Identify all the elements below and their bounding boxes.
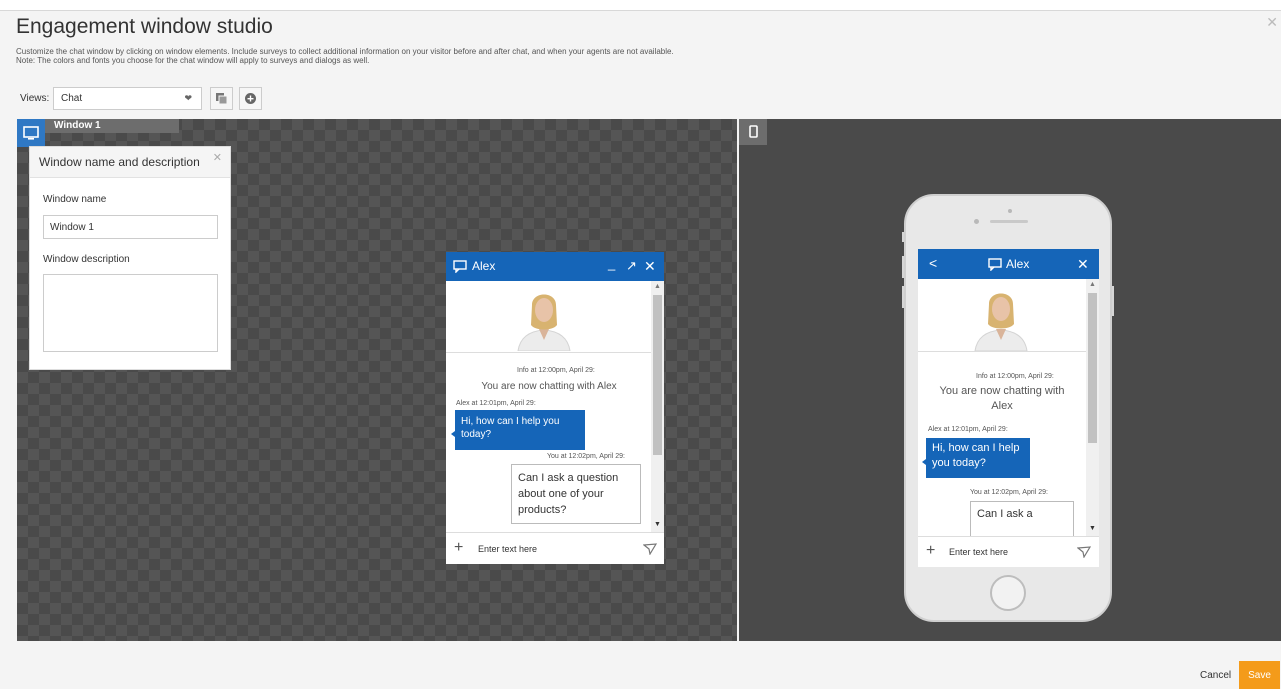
- phone-home-button: [990, 575, 1026, 611]
- scroll-down-icon[interactable]: ▼: [1089, 525, 1096, 532]
- system-message: You are now chatting with Alex: [939, 385, 1065, 412]
- agent-name: Alex: [1006, 257, 1030, 271]
- window-description-textarea[interactable]: [43, 274, 218, 352]
- window-name-label: Window name: [43, 194, 107, 205]
- scroll-thumb[interactable]: [1088, 293, 1097, 443]
- mobile-icon: [749, 125, 758, 138]
- agent-timestamp: Alex at 12:01pm, April 29:: [928, 426, 1008, 433]
- add-attachment-icon[interactable]: +: [454, 539, 463, 557]
- back-icon[interactable]: <: [929, 255, 937, 271]
- popout-icon[interactable]: ↗: [626, 258, 637, 274]
- phone-sensor: [974, 219, 979, 224]
- note-line: Note: The colors and fonts you choose fo…: [16, 56, 370, 65]
- info-timestamp: Info at 12:00pm, April 29:: [976, 373, 1054, 380]
- window-name-input[interactable]: Window 1: [43, 215, 218, 239]
- agent-name: Alex: [472, 259, 496, 273]
- close-icon[interactable]: ✕: [1077, 256, 1089, 273]
- mobile-chat-transcript: Info at 12:00pm, April 29: You are now c…: [918, 279, 1099, 536]
- window-properties-panel: Window name and description ✕ Window nam…: [29, 146, 231, 370]
- chevron-down-icon: ❤: [184, 93, 192, 103]
- page-title: Engagement window studio: [16, 15, 273, 38]
- scroll-up-icon[interactable]: ▲: [654, 283, 661, 290]
- desktop-view-tab[interactable]: [17, 119, 45, 147]
- agent-timestamp: Alex at 12:01pm, April 29:: [456, 400, 536, 407]
- scroll-thumb[interactable]: [653, 295, 662, 455]
- views-label: Views:: [20, 93, 50, 104]
- app-root: Engagement window studio ✕ Customize the…: [0, 0, 1281, 689]
- chat-input-bar: + Enter text here: [446, 532, 664, 564]
- agent-avatar: [517, 294, 571, 351]
- mobile-chat-input-bar: + Enter text here: [918, 536, 1099, 567]
- send-icon[interactable]: [643, 543, 657, 555]
- chat-scrollbar[interactable]: ▲ ▼: [1086, 279, 1099, 536]
- save-button[interactable]: Save: [1239, 661, 1280, 689]
- mobile-view-tab[interactable]: [739, 119, 767, 145]
- user-timestamp: You at 12:02pm, April 29:: [547, 453, 625, 460]
- close-icon[interactable]: ✕: [1266, 14, 1278, 31]
- desktop-chat-window[interactable]: Alex _ ↗ ✕ Info at 12:00pm, April 29: Yo…: [446, 252, 664, 564]
- agent-avatar: [974, 293, 1028, 351]
- views-selected-value: Chat: [61, 93, 83, 104]
- close-icon[interactable]: ✕: [213, 151, 222, 164]
- close-icon[interactable]: ✕: [644, 258, 656, 275]
- panel-header: Window name and description ✕: [30, 147, 230, 178]
- chat-bubble-icon: [988, 258, 1002, 271]
- agent-photo-area: [918, 279, 1086, 352]
- chat-input[interactable]: Enter text here: [949, 547, 1008, 557]
- phone-camera: [1008, 209, 1012, 213]
- agent-message-bubble: Hi, how can I help you today?: [922, 438, 1030, 478]
- top-bar: [0, 0, 1281, 11]
- system-message: You are now chatting with Alex: [481, 381, 617, 392]
- user-timestamp: You at 12:02pm, April 29:: [970, 489, 1048, 496]
- scroll-down-icon[interactable]: ▼: [654, 521, 661, 528]
- send-icon[interactable]: [1077, 546, 1091, 558]
- scroll-up-icon[interactable]: ▲: [1089, 281, 1096, 288]
- agent-message-bubble: Hi, how can I help you today?: [451, 410, 585, 450]
- window-description-label: Window description: [43, 254, 130, 265]
- views-dropdown[interactable]: Chat ❤: [53, 87, 202, 110]
- monitor-icon: [23, 126, 39, 140]
- chat-bubble-icon: [453, 260, 467, 273]
- description-line: Customize the chat window by clicking on…: [16, 47, 674, 56]
- mobile-chat-header[interactable]: < Alex ✕: [918, 249, 1099, 279]
- copy-icon: [216, 93, 228, 105]
- add-window-button[interactable]: [239, 87, 262, 110]
- chat-scrollbar[interactable]: ▲ ▼: [651, 281, 664, 532]
- chat-transcript: Info at 12:00pm, April 29: You are now c…: [446, 281, 664, 532]
- chat-input[interactable]: Enter text here: [478, 544, 537, 554]
- info-timestamp: Info at 12:00pm, April 29:: [517, 367, 595, 374]
- panel-title: Window name and description: [39, 155, 200, 169]
- add-circle-icon: [245, 93, 256, 104]
- user-message-bubble: Can I ask a question about one of your p…: [511, 464, 641, 524]
- add-attachment-icon[interactable]: +: [926, 542, 935, 560]
- user-message-bubble: Can I ask a: [970, 501, 1074, 536]
- agent-photo-area: [446, 281, 651, 353]
- chat-header[interactable]: Alex _ ↗ ✕: [446, 252, 664, 281]
- cancel-button[interactable]: Cancel: [1200, 670, 1231, 681]
- window-tab[interactable]: Window 1: [45, 119, 179, 133]
- page-description: Customize the chat window by clicking on…: [16, 47, 736, 65]
- copy-window-button[interactable]: [210, 87, 233, 110]
- minimize-icon[interactable]: _: [608, 256, 615, 271]
- phone-speaker: [990, 220, 1028, 223]
- mobile-chat-window[interactable]: < Alex ✕ Info at 12:00pm, April 29: You …: [918, 249, 1099, 567]
